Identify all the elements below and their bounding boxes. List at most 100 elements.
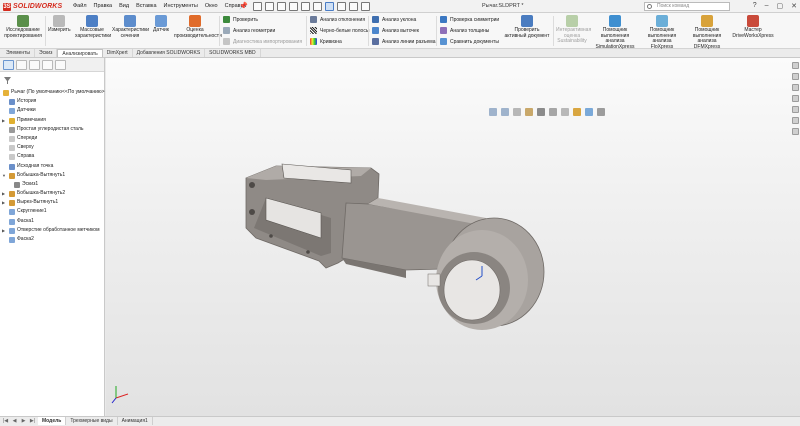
prev-tab-icon[interactable]: ◀ xyxy=(11,418,18,425)
tab-evaluate[interactable]: Анализировать xyxy=(57,49,103,57)
mass-properties-button[interactable]: Массовые характеристики xyxy=(75,15,111,39)
tree-item[interactable]: Датчики xyxy=(0,106,105,115)
thickness-analysis-button[interactable]: Анализ толщины xyxy=(440,27,489,34)
tab-model[interactable]: Модель xyxy=(38,417,67,425)
tree-item[interactable]: ▼ Бобышка-Вытянуть1 xyxy=(0,171,105,180)
geometry-analysis-button[interactable]: Анализ геометрии xyxy=(223,27,275,34)
resources-icon[interactable] xyxy=(791,62,799,69)
design-study-button[interactable]: Исследование проектирования xyxy=(3,15,43,39)
tree-item[interactable]: Справа xyxy=(0,152,105,161)
new-document-icon[interactable] xyxy=(265,2,274,11)
draft-analysis-button[interactable]: Анализ уклона xyxy=(372,16,416,23)
section-view-icon[interactable] xyxy=(525,108,533,116)
displaymanager-tab-icon[interactable] xyxy=(55,60,66,70)
check-active-document-button[interactable]: Проверить активный документ xyxy=(504,15,550,39)
next-tab-icon[interactable]: ▶ xyxy=(20,418,27,425)
tree-item[interactable]: Эскиз1 xyxy=(0,180,105,189)
tree-item[interactable]: История xyxy=(0,97,105,106)
measure-button[interactable]: Измерить xyxy=(48,15,71,34)
section-properties-button[interactable]: Характеристики сечения xyxy=(112,15,149,39)
graphics-area[interactable] xyxy=(106,58,800,416)
design-library-icon[interactable] xyxy=(791,73,799,80)
tab-dimxpert[interactable]: DimXpert xyxy=(103,49,133,57)
performance-evaluation-button[interactable]: Оценка производительности xyxy=(174,15,222,39)
tree-item[interactable]: Спереди xyxy=(0,134,105,143)
tree-item[interactable]: ▶ Вырез-Вытянуть1 xyxy=(0,198,105,207)
tab-addins[interactable]: Добавления SOLIDWORKS xyxy=(133,49,206,57)
tree-item[interactable]: Сверху xyxy=(0,143,105,152)
view-orientation-icon[interactable] xyxy=(537,108,545,116)
tab-features[interactable]: Элементы xyxy=(2,49,35,57)
curvature-button[interactable]: Кривизна xyxy=(310,38,342,45)
edit-appearance-icon[interactable] xyxy=(573,108,581,116)
tab-mbd[interactable]: SOLIDWORKS MBD xyxy=(205,49,261,57)
tree-item[interactable]: Простая углеродистая сталь xyxy=(0,125,105,134)
tree-item[interactable]: ▶ Примечания xyxy=(0,116,105,125)
dfmxpress-button[interactable]: Помощник выполнения анализа DFMXpress xyxy=(686,15,728,50)
menu-tools[interactable]: Инструменты xyxy=(164,3,198,9)
collapsed-arrow-icon[interactable]: ▶ xyxy=(2,189,5,198)
undercut-analysis-button[interactable]: Анализ выточек xyxy=(372,27,419,34)
menu-view[interactable]: Вид xyxy=(119,3,129,9)
check-button[interactable]: Проверить xyxy=(223,16,258,23)
import-diagnostics-button[interactable]: Диагностика импортирования xyxy=(223,38,302,45)
tab-animation[interactable]: Анимация1 xyxy=(118,417,153,425)
view-palette-icon[interactable] xyxy=(791,95,799,102)
dimxpertmanager-tab-icon[interactable] xyxy=(42,60,53,70)
collapsed-arrow-icon[interactable]: ▶ xyxy=(2,226,5,235)
apply-scene-icon[interactable] xyxy=(585,108,593,116)
menu-edit[interactable]: Правка xyxy=(94,3,113,9)
menu-file[interactable]: Файл xyxy=(73,3,87,9)
select-icon[interactable] xyxy=(325,2,334,11)
zoom-to-fit-icon[interactable] xyxy=(489,108,497,116)
display-style-icon[interactable] xyxy=(549,108,557,116)
sensor-button[interactable]: Датчик xyxy=(151,15,171,34)
collapsed-arrow-icon[interactable]: ▶ xyxy=(2,116,5,125)
undo-icon[interactable] xyxy=(313,2,322,11)
featuremanager-tab-icon[interactable] xyxy=(3,60,14,70)
compare-documents-button[interactable]: Сравнить документы xyxy=(440,38,499,45)
hide-show-icon[interactable] xyxy=(561,108,569,116)
file-properties-icon[interactable] xyxy=(349,2,358,11)
zoom-area-icon[interactable] xyxy=(501,108,509,116)
driveworksxpress-button[interactable]: Мастер DriveWorksXpress xyxy=(731,15,775,39)
menu-window[interactable]: Окно xyxy=(205,3,218,9)
part-model[interactable] xyxy=(106,58,800,416)
minimize-icon[interactable]: – xyxy=(765,2,769,10)
previous-view-icon[interactable] xyxy=(513,108,521,116)
sustainability-button[interactable]: Интерактивная оценка Sustainability xyxy=(556,15,591,45)
zebra-stripes-button[interactable]: Черно-белые полосы xyxy=(310,27,369,34)
tree-item[interactable]: ▶ Отверстие обработанное метчиком xyxy=(0,226,105,235)
first-tab-icon[interactable]: |◀ xyxy=(2,418,9,425)
menu-insert[interactable]: Вставка xyxy=(136,3,156,9)
tab-3d-views[interactable]: Трехмерные виды xyxy=(66,417,118,425)
open-icon[interactable] xyxy=(277,2,286,11)
tab-sketch[interactable]: Эскиз xyxy=(35,49,58,57)
deviation-analysis-button[interactable]: Анализ отклонения xyxy=(310,16,365,23)
options-icon[interactable] xyxy=(361,2,370,11)
parting-line-button[interactable]: Анализ линии разъема xyxy=(372,38,436,45)
print-icon[interactable] xyxy=(301,2,310,11)
file-explorer-icon[interactable] xyxy=(791,84,799,91)
tree-item[interactable]: Исходная точка xyxy=(0,162,105,171)
tree-root-part[interactable]: Рычаг (По умолчанию<<По умолчанию> xyxy=(0,88,105,97)
appearances-icon[interactable] xyxy=(791,106,799,113)
collapsed-arrow-icon[interactable]: ▶ xyxy=(2,198,5,207)
tree-item[interactable]: Фаска2 xyxy=(0,235,105,244)
simulationxpress-button[interactable]: Помощник выполнения анализа SimulationXp… xyxy=(592,15,638,50)
symmetry-check-button[interactable]: Проверка симметрии xyxy=(440,16,499,23)
help-icon[interactable]: ? xyxy=(753,2,757,10)
pin-icon[interactable]: 📌 xyxy=(239,2,248,10)
search-commands-input[interactable]: Поиск команд xyxy=(644,2,730,11)
custom-properties-icon[interactable] xyxy=(791,117,799,124)
tree-item[interactable]: ▶ Бобышка-Вытянуть2 xyxy=(0,189,105,198)
save-icon[interactable] xyxy=(289,2,298,11)
filter-icon[interactable] xyxy=(3,76,12,85)
restore-icon[interactable]: ▢ xyxy=(777,2,784,10)
expanded-arrow-icon[interactable]: ▼ xyxy=(2,171,6,180)
configurationmanager-tab-icon[interactable] xyxy=(29,60,40,70)
tree-item[interactable]: Фаска1 xyxy=(0,217,105,226)
tree-item[interactable]: Скругление1 xyxy=(0,207,105,216)
close-icon[interactable]: ✕ xyxy=(791,2,797,10)
last-tab-icon[interactable]: ▶| xyxy=(29,418,36,425)
